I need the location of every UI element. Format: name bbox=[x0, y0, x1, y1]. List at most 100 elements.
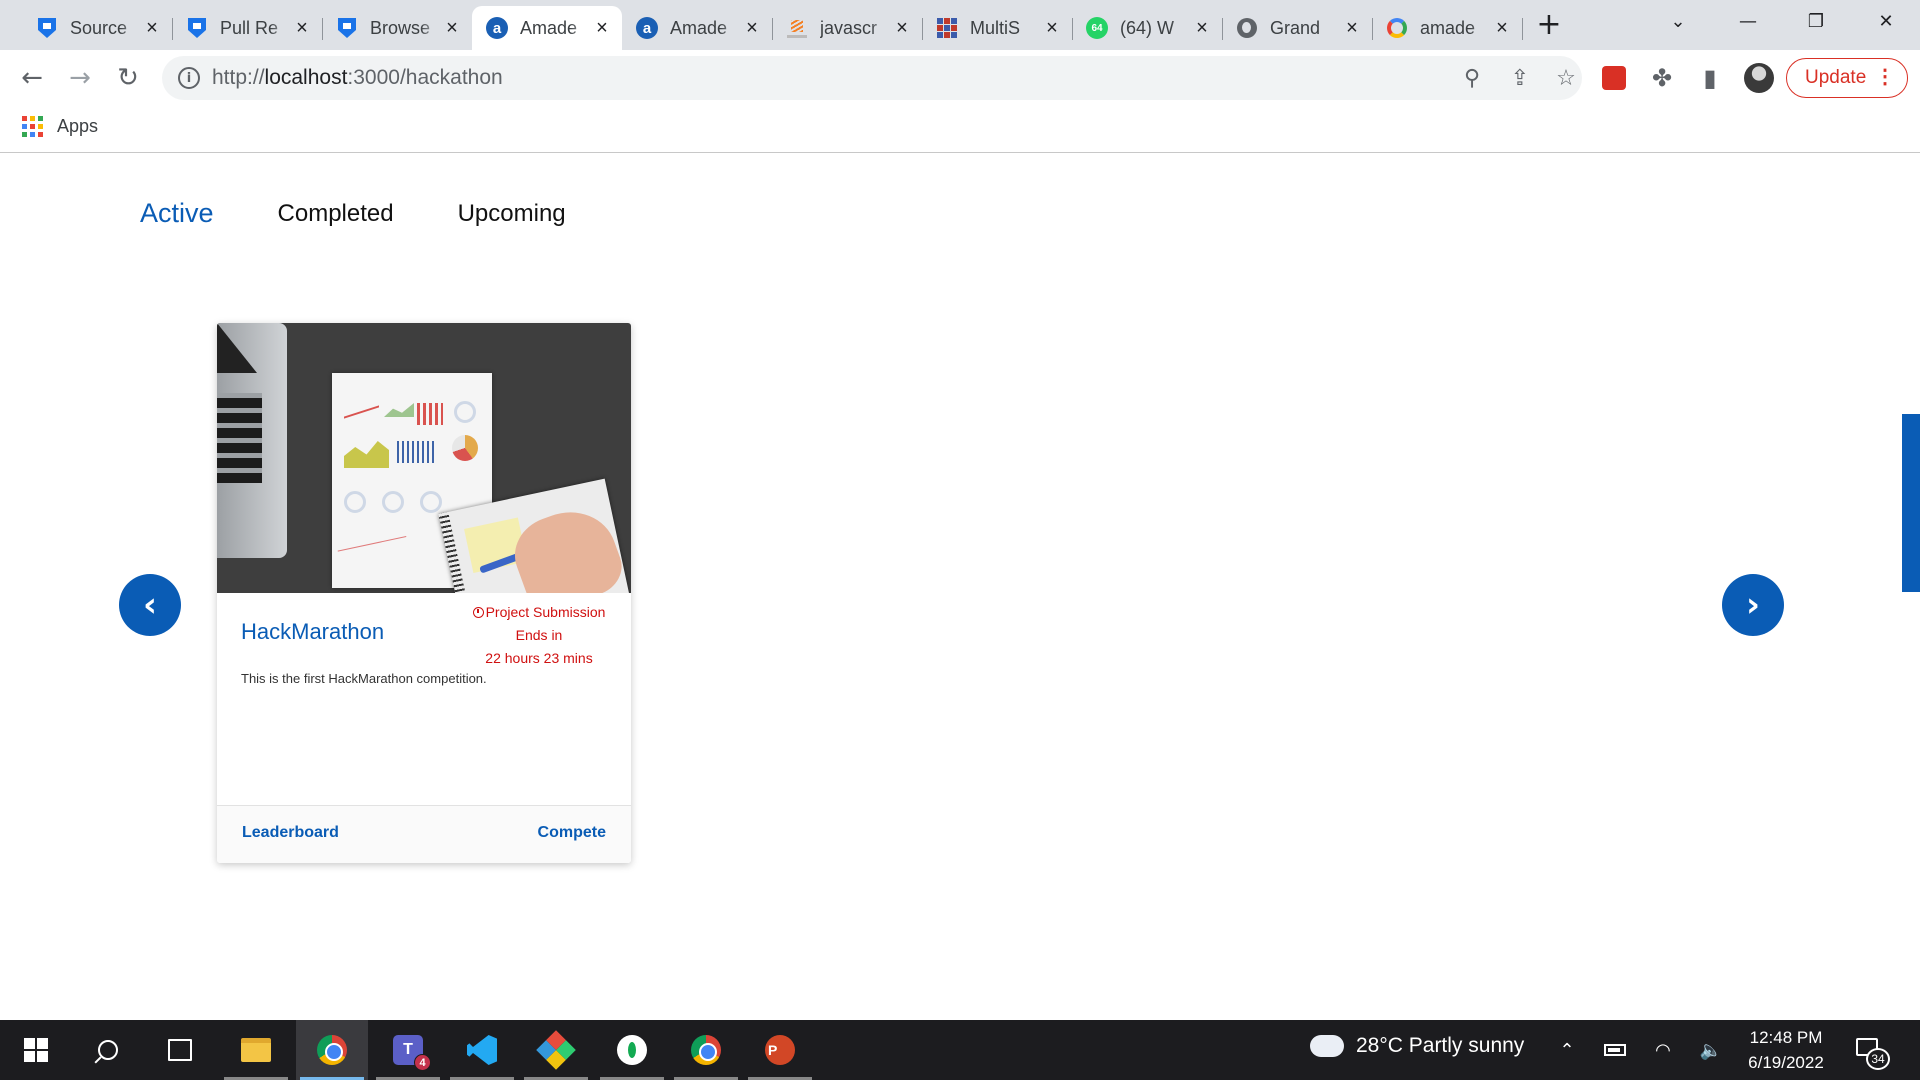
new-tab-button[interactable]: + bbox=[1534, 10, 1564, 40]
tab-upcoming[interactable]: Upcoming bbox=[458, 200, 566, 229]
chevron-right-icon: › bbox=[1745, 585, 1760, 625]
battery-icon[interactable] bbox=[1602, 1038, 1628, 1062]
close-tab-icon[interactable]: × bbox=[592, 17, 612, 39]
tab-title: Source bbox=[70, 17, 128, 38]
folder-icon bbox=[241, 1038, 271, 1062]
close-tab-icon[interactable]: × bbox=[1192, 17, 1212, 39]
teams-badge: 4 bbox=[414, 1054, 431, 1071]
browser-tab[interactable]: a Amade × bbox=[472, 6, 622, 50]
amadeus-icon: a bbox=[636, 17, 658, 39]
taskbar-git[interactable] bbox=[520, 1020, 592, 1080]
taskbar-powerpoint[interactable]: P bbox=[744, 1020, 816, 1080]
bookmark-star-icon[interactable]: ☆ bbox=[1552, 64, 1580, 92]
start-button[interactable] bbox=[0, 1020, 72, 1080]
update-button[interactable]: Update ⋮ bbox=[1786, 58, 1908, 98]
profile-avatar[interactable] bbox=[1744, 63, 1774, 93]
extension-red-icon[interactable] bbox=[1602, 66, 1626, 90]
extensions-puzzle-icon[interactable]: ✤ bbox=[1648, 64, 1676, 92]
close-tab-icon[interactable]: × bbox=[742, 17, 762, 39]
powerpoint-icon: P bbox=[765, 1035, 795, 1065]
browser-tab[interactable]: Pull Re × bbox=[172, 6, 323, 50]
teams-icon: T4 bbox=[393, 1035, 431, 1071]
browser-tab[interactable]: Grand × bbox=[1222, 6, 1373, 50]
multisite-icon bbox=[936, 17, 958, 39]
show-hidden-icons-icon[interactable]: ⌃ bbox=[1554, 1038, 1580, 1062]
share-icon[interactable]: ⇪ bbox=[1506, 64, 1534, 92]
google-icon bbox=[1386, 17, 1408, 39]
browser-tab[interactable]: javascr × bbox=[772, 6, 923, 50]
taskbar-mongodb[interactable] bbox=[596, 1020, 668, 1080]
restore-button[interactable]: ❐ bbox=[1786, 0, 1846, 42]
browser-tab[interactable]: a Amade × bbox=[622, 6, 773, 50]
notification-center-button[interactable]: 34 bbox=[1852, 1034, 1892, 1070]
tab-title: amade bbox=[1420, 17, 1476, 38]
tab-title: Browse bbox=[370, 17, 431, 38]
address-bar[interactable]: i http://localhost:3000/hackathon ⚲ ⇪ ☆ bbox=[162, 56, 1582, 100]
carousel-next-button[interactable]: › bbox=[1722, 574, 1784, 636]
volume-icon[interactable]: 🔈 bbox=[1698, 1038, 1724, 1062]
weather-widget[interactable]: 28°C Partly sunny bbox=[1310, 1027, 1524, 1058]
compete-link[interactable]: Compete bbox=[538, 824, 606, 842]
apps-label: Apps bbox=[57, 116, 99, 136]
task-view-button[interactable] bbox=[144, 1020, 216, 1080]
tab-title: javascr bbox=[820, 17, 878, 38]
reload-icon[interactable]: ↻ bbox=[108, 58, 148, 98]
side-feedback-tab[interactable] bbox=[1902, 414, 1920, 592]
close-tab-icon[interactable]: × bbox=[1342, 17, 1362, 39]
close-tab-icon[interactable]: × bbox=[892, 17, 912, 39]
mongodb-icon bbox=[617, 1035, 647, 1065]
teams-letter: T bbox=[403, 1041, 413, 1058]
system-clock[interactable]: 12:48 PM 6/19/2022 bbox=[1736, 1025, 1836, 1075]
globe-icon bbox=[1236, 17, 1258, 39]
back-arrow-icon[interactable]: ← bbox=[12, 58, 52, 98]
browser-tab[interactable]: MultiS × bbox=[922, 6, 1073, 50]
minimize-button[interactable]: — bbox=[1718, 0, 1778, 42]
deadline-ends-in: Ends in bbox=[515, 627, 563, 643]
browser-tab-strip: Source × Pull Re × Browse × a Amade × a Amade × java… bbox=[0, 0, 1920, 50]
close-tab-icon[interactable]: × bbox=[292, 17, 312, 39]
stackoverflow-icon bbox=[786, 17, 808, 39]
carousel-prev-button[interactable]: ‹ bbox=[119, 574, 181, 636]
tab-active[interactable]: Active bbox=[140, 198, 214, 229]
side-panel-icon[interactable]: ▮ bbox=[1696, 64, 1724, 92]
taskbar-teams[interactable]: T4 bbox=[372, 1020, 444, 1080]
site-info-icon[interactable]: i bbox=[178, 67, 200, 89]
clock-date: 6/19/2022 bbox=[1748, 1053, 1824, 1072]
windows-taskbar: T4 P 28°C Partly sunny ⌃ ◠ 🔈 12:48 PM 6/… bbox=[0, 1020, 1920, 1080]
taskbar-chrome-2[interactable] bbox=[670, 1020, 742, 1080]
shield-icon bbox=[336, 17, 358, 39]
taskbar-vscode[interactable] bbox=[446, 1020, 518, 1080]
close-tab-icon[interactable]: × bbox=[1042, 17, 1062, 39]
wifi-icon[interactable]: ◠ bbox=[1650, 1038, 1676, 1062]
tab-title: Grand bbox=[1270, 17, 1321, 38]
update-label: Update bbox=[1805, 67, 1867, 88]
forward-arrow-icon[interactable]: → bbox=[60, 58, 100, 98]
tab-search-icon[interactable]: ⌄ bbox=[1648, 0, 1708, 42]
tab-title: Amade bbox=[670, 17, 728, 38]
url-host: localhost bbox=[264, 66, 348, 89]
tab-title: Pull Re bbox=[220, 17, 279, 38]
browser-tab[interactable]: Browse × bbox=[322, 6, 473, 50]
url-path: :3000/hackathon bbox=[347, 66, 503, 89]
url-text[interactable]: http://localhost:3000/hackathon bbox=[212, 66, 503, 90]
browser-tab[interactable]: 64 (64) W × bbox=[1072, 6, 1223, 50]
apps-bookmark[interactable]: Apps bbox=[22, 116, 98, 137]
zoom-icon[interactable]: ⚲ bbox=[1458, 64, 1486, 92]
close-tab-icon[interactable]: × bbox=[142, 17, 162, 39]
browser-tab[interactable]: Source × bbox=[22, 6, 173, 50]
close-window-button[interactable]: ✕ bbox=[1856, 0, 1916, 42]
close-tab-icon[interactable]: × bbox=[442, 17, 462, 39]
browser-tab[interactable]: amade × bbox=[1372, 6, 1523, 50]
taskbar-file-explorer[interactable] bbox=[220, 1020, 292, 1080]
menu-dots-icon[interactable]: ⋮ bbox=[1875, 67, 1895, 87]
tab-completed[interactable]: Completed bbox=[278, 200, 394, 229]
close-tab-icon[interactable]: × bbox=[1492, 17, 1512, 39]
card-footer: Leaderboard Compete bbox=[217, 805, 631, 863]
hackathon-status-tabs: Active Completed Upcoming bbox=[140, 198, 630, 229]
leaderboard-link[interactable]: Leaderboard bbox=[242, 824, 339, 842]
chrome-icon bbox=[317, 1035, 347, 1065]
search-button[interactable] bbox=[72, 1020, 144, 1080]
taskbar-chrome[interactable] bbox=[296, 1020, 368, 1080]
tab-title: Amade bbox=[520, 17, 578, 38]
hackathon-title[interactable]: HackMarathon bbox=[241, 619, 384, 645]
